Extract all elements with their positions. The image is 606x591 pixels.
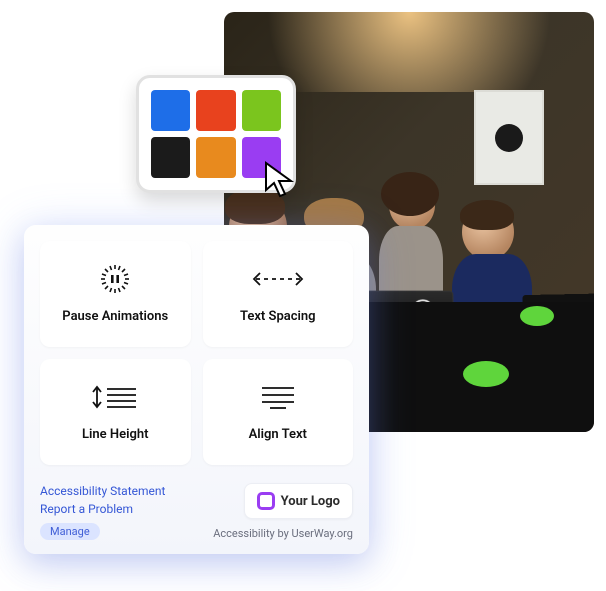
- cursor-icon: [263, 160, 303, 200]
- pause-animation-icon: [100, 265, 130, 293]
- accessibility-widget: Pause Animations Text Spacing: [24, 225, 369, 554]
- manage-button[interactable]: Manage: [40, 523, 100, 540]
- tile-label: Text Spacing: [240, 309, 316, 324]
- tile-label: Align Text: [249, 427, 307, 442]
- logo-label: Your Logo: [281, 494, 340, 509]
- line-height-icon: [90, 383, 140, 411]
- text-spacing-icon: [250, 265, 306, 293]
- tile-text-spacing[interactable]: Text Spacing: [203, 241, 354, 347]
- wall-poster: [474, 90, 544, 185]
- report-problem-link[interactable]: Report a Problem: [40, 502, 133, 516]
- color-swatch-red[interactable]: [196, 90, 235, 131]
- tile-line-height[interactable]: Line Height: [40, 359, 191, 465]
- align-text-icon: [260, 383, 296, 411]
- tile-align-text[interactable]: Align Text: [203, 359, 354, 465]
- color-swatch-green[interactable]: [242, 90, 281, 131]
- your-logo-badge: Your Logo: [244, 483, 353, 519]
- byline: Accessibility by UserWay.org: [213, 527, 353, 540]
- tile-pause-animations[interactable]: Pause Animations: [40, 241, 191, 347]
- logo-icon: [257, 492, 275, 510]
- color-swatch-black[interactable]: [151, 137, 190, 178]
- green-dot-1: [520, 306, 554, 326]
- color-swatch-orange[interactable]: [196, 137, 235, 178]
- tile-label: Pause Animations: [62, 309, 168, 324]
- color-swatch-blue[interactable]: [151, 90, 190, 131]
- tile-label: Line Height: [82, 427, 149, 442]
- green-dot-2: [463, 361, 509, 387]
- accessibility-statement-link[interactable]: Accessibility Statement: [40, 484, 165, 498]
